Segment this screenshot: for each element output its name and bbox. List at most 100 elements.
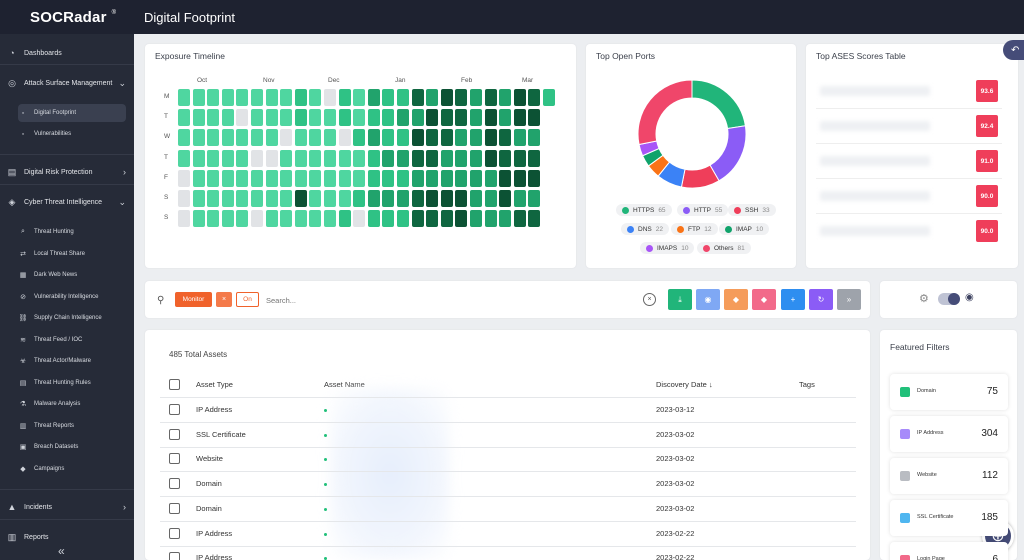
sidebar-subitem-label: Supply Chain Intelligence [34,315,102,321]
legend-item-ftp[interactable]: FTP 12 [671,223,718,235]
sidebar-item[interactable]: ▲ Incidents › [0,498,134,516]
heatmap-cell [455,109,468,127]
legend-item-others[interactable]: Others 81 [697,242,751,254]
sidebar-subitem[interactable]: ≋ Threat Feed / IOC [18,331,126,349]
heatmap-cell [426,169,439,187]
row-checkbox[interactable] [169,502,180,514]
sidebar-subitem[interactable]: ▥ Threat Reports [18,417,126,435]
refresh-button[interactable]: ↻ [809,289,833,310]
legend-item-http[interactable]: HTTP 55 [677,204,729,216]
sidebar-subitem[interactable]: ▫ Vulnerabilities [18,125,126,143]
legend-swatch [734,206,741,214]
sidebar-subitem[interactable]: ▫ Digital Footprint [18,104,126,122]
gear-icon[interactable]: ⚙ [919,292,929,305]
row-checkbox[interactable] [169,478,180,490]
donut-slice-others[interactable] [637,79,693,146]
eye-icon[interactable]: ◉ [965,292,974,303]
select-all-checkbox[interactable] [169,379,180,390]
legend-item-imap[interactable]: IMAP 10 [719,223,770,235]
sidebar-item[interactable]: ▥ Reports [0,528,134,546]
sidebar-subitem[interactable]: ⊘ Vulnerability Intelligence [18,288,126,306]
legend-item-dns[interactable]: DNS 22 [621,223,669,235]
heatmap-month-label: Mar [522,77,534,84]
featured-filter-domain[interactable]: Domain 75 [890,374,1008,410]
sidebar-item[interactable]: ▤ Digital Risk Protection › [0,163,134,181]
expand-button[interactable]: » [837,289,861,310]
donut-slice-http[interactable] [709,125,747,182]
filter-name: Domain [917,388,936,394]
asset-type-cell: IP Address [196,528,233,538]
column-tags[interactable]: Tags [799,380,815,389]
featured-filter-ip-address[interactable]: IP Address 304 [890,416,1008,452]
eye-button[interactable]: ◉ [696,289,720,310]
sidebar-subitem[interactable]: ⇄ Local Threat Share [18,245,126,263]
tag-button[interactable]: ◆ [724,289,748,310]
sidebar-subitem[interactable]: ⌕ Threat Hunting [18,223,126,241]
subitem-icon: ⛓ [18,315,28,322]
asset-type-cell: Domain [196,479,222,489]
heatmap-month-label: Dec [328,77,340,84]
sidebar-subitem[interactable]: ⚗ Malware Analysis [18,395,126,413]
page-title: Digital Footprint [144,9,236,25]
sidebar-subitem[interactable]: ☣ Threat Actor/Malware [18,352,126,370]
legend-count: 55 [714,206,723,214]
featured-filter-ssl-certificate[interactable]: SSL Certificate 185 [890,500,1008,536]
sidebar-subitem[interactable]: ▤ Threat Hunting Rules [18,374,126,392]
column-asset-type[interactable]: Asset Type [196,380,233,389]
back-button[interactable]: ↶ [1003,40,1024,60]
heatmap-cell [440,129,453,147]
sidebar-item[interactable]: ◎ Attack Surface Management ⌄ [0,74,134,92]
featured-filter-login-page[interactable]: Login Page 6 [890,542,1008,560]
clear-search-button[interactable]: × [643,293,656,306]
row-checkbox[interactable] [169,552,180,560]
heatmap-cell [294,109,307,127]
search-input[interactable] [266,292,626,308]
legend-label: Others [714,244,734,252]
view-toggle[interactable] [938,293,960,305]
monitor-filter-chip[interactable]: Monitor [175,292,212,307]
ases-asset-name-redacted [820,191,930,201]
remove-filter-button[interactable]: × [216,292,232,307]
donut-slice-https[interactable] [691,79,746,130]
heatmap-cell [367,149,380,167]
filter-color-swatch [900,513,910,523]
legend-item-https[interactable]: HTTPS 65 [616,204,672,216]
legend-label: IMAP [736,225,752,233]
sidebar-divider [0,154,134,155]
chevron-icon: › [123,167,126,177]
chevron-icon: › [123,502,126,512]
plus-button[interactable]: + [781,289,805,310]
row-checkbox[interactable] [169,527,180,539]
on-filter-chip[interactable]: On [236,292,259,307]
heatmap-cell [382,190,395,207]
subitem-icon: ▣ [19,444,27,451]
sidebar-subitem[interactable]: ▣ Breach Datasets [18,438,126,456]
untag-button[interactable]: ◆ [752,289,776,310]
heatmap-cell [426,190,439,207]
sidebar-item[interactable]: ◔ Dashboards [0,44,134,62]
heatmap-cell [221,169,234,187]
download-button[interactable]: ⤓ [668,289,692,310]
heatmap-cell [440,169,453,187]
row-checkbox[interactable] [169,453,180,465]
socradar-logo[interactable]: SOCRadar ® [0,9,140,26]
sidebar-item[interactable]: ◈ Cyber Threat Intelligence ⌄ [0,193,134,211]
heatmap-cell [353,149,366,167]
column-discovery-date[interactable]: Discovery Date ↓ [656,380,713,389]
sidebar-subitem[interactable]: ▦ Dark Web News [18,266,126,284]
sidebar-subitem[interactable]: ⛓ Supply Chain Intelligence [18,309,126,327]
legend-item-ssh[interactable]: SSH 33 [728,204,776,216]
collapse-sidebar-button[interactable]: « [58,544,65,558]
featured-filter-website[interactable]: Website 112 [890,458,1008,494]
sidebar-subitem-label: Threat Actor/Malware [34,358,92,364]
heatmap-cell [192,190,205,207]
legend-item-imaps[interactable]: IMAPS 10 [640,242,695,254]
refresh-icon: ↻ [817,295,825,304]
heatmap-cell [528,129,541,147]
subitem-icon: ≋ [20,336,26,344]
heatmap-cell [397,89,409,106]
row-checkbox[interactable] [169,428,180,440]
sidebar-subitem[interactable]: ◆ Campaigns [18,460,126,478]
row-checkbox[interactable] [169,404,180,415]
heatmap-cell [440,149,453,167]
